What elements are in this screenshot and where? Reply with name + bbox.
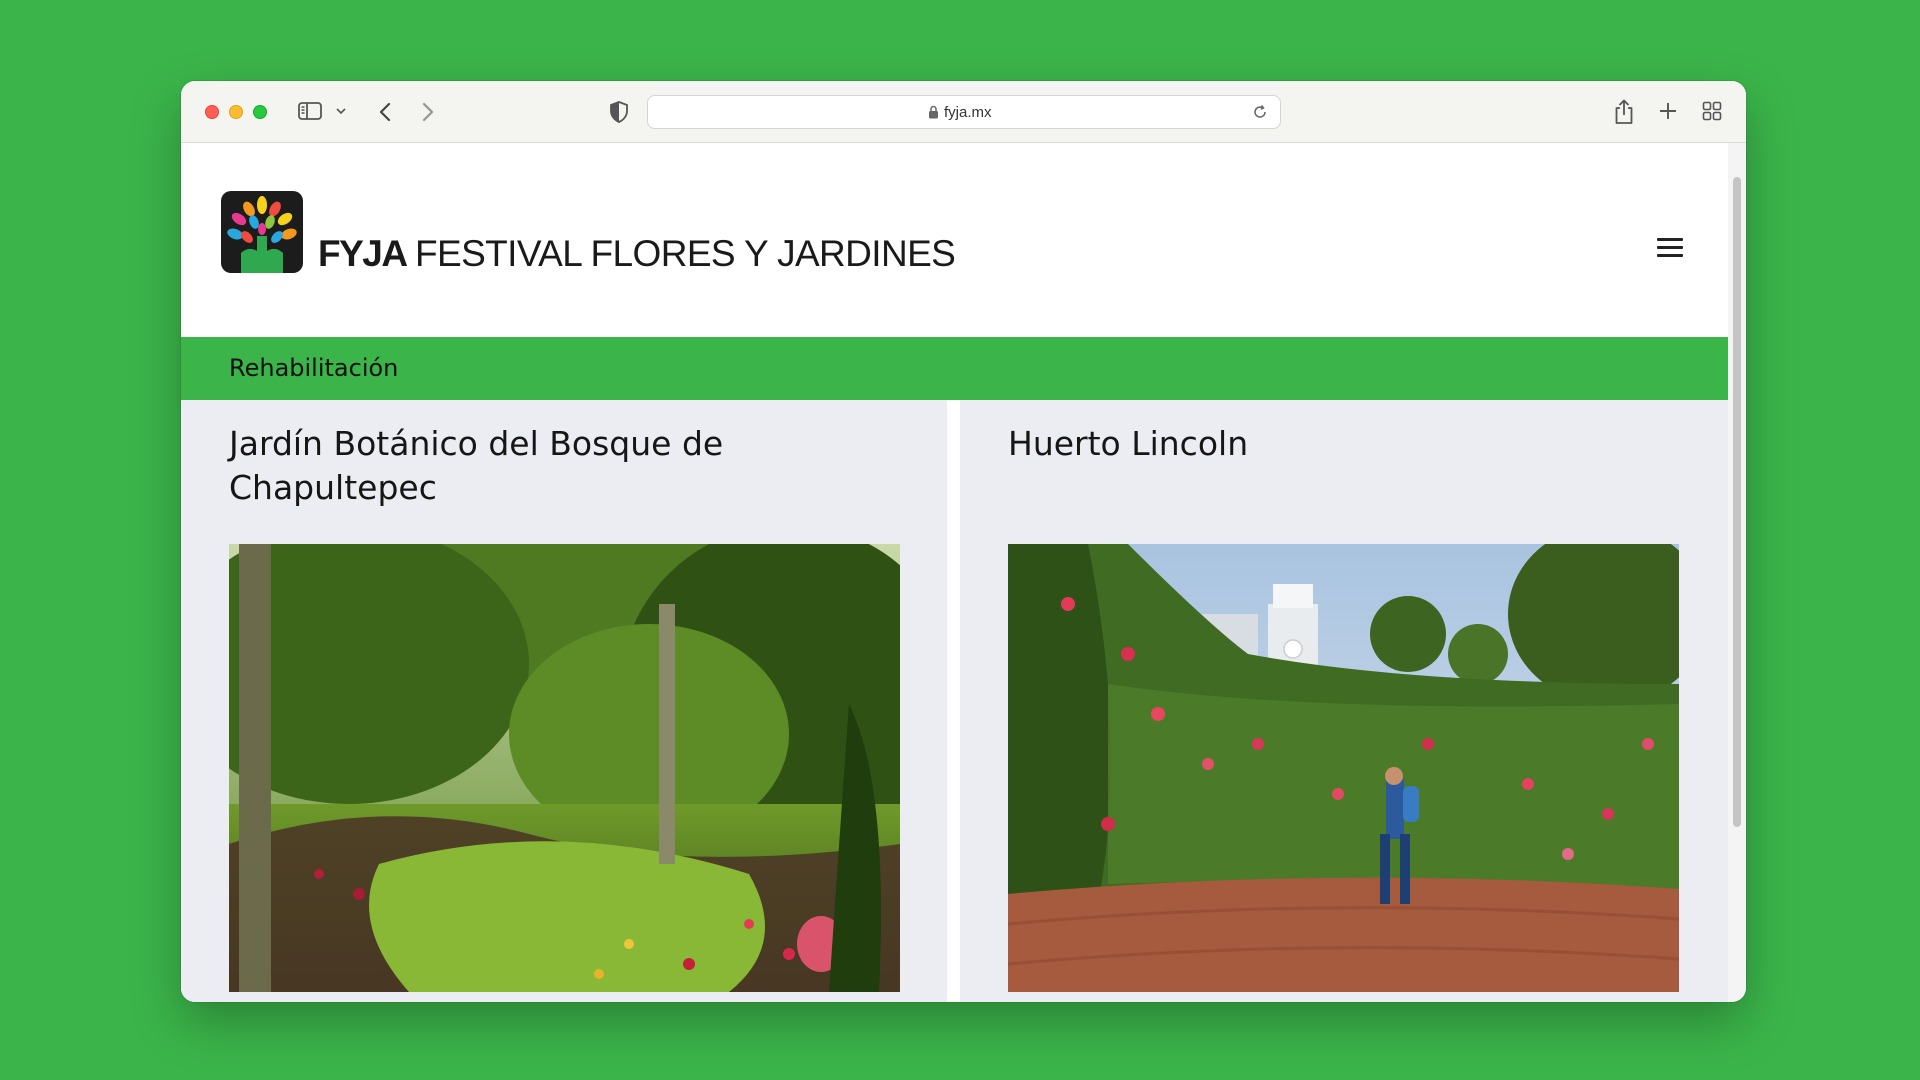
zoom-window-button[interactable] [253, 105, 267, 119]
address-bar[interactable]: fyja.mx [647, 95, 1281, 129]
lock-icon [929, 105, 938, 119]
minimize-window-button[interactable] [229, 105, 243, 119]
close-window-button[interactable] [205, 105, 219, 119]
card-title[interactable]: Huerto Lincoln [1008, 422, 1608, 466]
back-arrow-icon[interactable] [378, 101, 392, 123]
page-scrollbar[interactable] [1728, 143, 1746, 1002]
plus-icon[interactable] [1658, 101, 1678, 121]
reload-icon[interactable] [1252, 104, 1268, 120]
page-viewport: FYJA FESTIVAL FLORES Y JARDINES Rehabili… [181, 143, 1728, 1002]
card-title[interactable]: Jardín Botánico del Bosque de Chapultepe… [229, 422, 829, 510]
project-card[interactable]: Jardín Botánico del Bosque de Chapultepe… [181, 400, 947, 1002]
forward-arrow-icon[interactable] [421, 101, 435, 123]
url-text[interactable]: fyja.mx [944, 104, 992, 121]
chevron-down-icon[interactable] [336, 106, 346, 116]
garden-photo[interactable] [229, 544, 900, 992]
category-label: Rehabilitación [229, 354, 399, 382]
menu-icon[interactable] [1657, 238, 1683, 258]
scrollbar-thumb[interactable] [1733, 177, 1741, 827]
share-icon[interactable] [1613, 99, 1635, 125]
project-cards: Jardín Botánico del Bosque de Chapultepe… [181, 400, 1728, 1002]
category-bar: Rehabilitación [181, 337, 1728, 400]
tab-overview-icon[interactable] [1702, 101, 1722, 121]
vertical-garden-photo[interactable] [1008, 544, 1679, 992]
browser-window: fyja.mx FYJA FESTIVAL FLORES Y JARDINES … [181, 81, 1746, 1002]
logo-tagline[interactable]: FESTIVAL FLORES Y JARDINES [415, 233, 956, 275]
project-card[interactable]: Huerto Lincoln [960, 400, 1728, 1002]
site-header: FYJA FESTIVAL FLORES Y JARDINES [181, 143, 1728, 318]
browser-toolbar: fyja.mx [181, 81, 1746, 143]
fyja-tree-logo-icon[interactable] [221, 191, 303, 273]
logo-brand-text[interactable]: FYJA [318, 233, 408, 275]
sidebar-icon[interactable] [298, 102, 322, 120]
privacy-shield-icon[interactable] [610, 101, 628, 123]
